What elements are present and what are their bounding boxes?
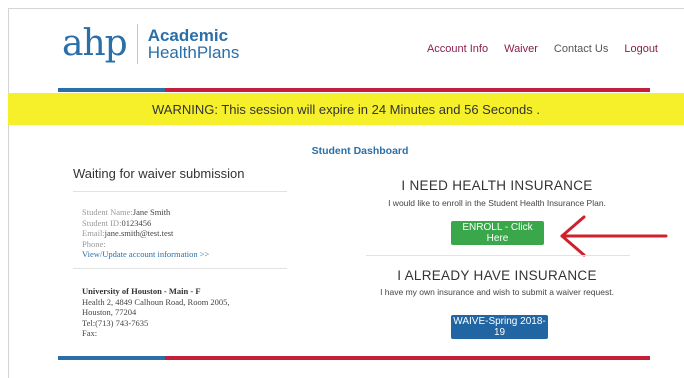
waive-button[interactable]: WAIVE-Spring 2018-19: [451, 315, 548, 339]
school-address-1: Health 2, 4849 Calhoun Road, Room 2005,: [82, 296, 230, 307]
divider: [73, 268, 287, 269]
red-arrow-icon: [560, 215, 668, 257]
student-name-row: Student Name:Jane Smith: [82, 207, 209, 218]
nav-account-info[interactable]: Account Info: [427, 43, 488, 55]
logo-mark: ahp: [62, 23, 128, 64]
nav-logout[interactable]: Logout: [624, 43, 658, 55]
footer-accent-bar: [58, 356, 650, 360]
student-email: jane.smith@test.test: [104, 228, 174, 238]
school-fax: Fax:: [82, 328, 98, 338]
accent-red: [165, 356, 650, 360]
student-email-label: Email:: [82, 228, 105, 238]
ahp-logo[interactable]: ahp Academic HealthPlans: [62, 24, 239, 64]
student-phone-row: Phone:: [82, 239, 209, 250]
student-id-row: Student ID:0123456: [82, 218, 209, 229]
have-insurance-text: I have my own insurance and wish to subm…: [380, 287, 614, 297]
need-insurance-heading: I NEED HEALTH INSURANCE: [401, 178, 593, 193]
update-account-link[interactable]: View/Update account information >>: [82, 249, 209, 260]
logo-line-2: HealthPlans: [147, 43, 240, 62]
student-name: Jane Smith: [132, 207, 171, 217]
nav-contact-us[interactable]: Contact Us: [554, 43, 608, 55]
accent-red: [165, 88, 650, 92]
enroll-button[interactable]: ENROLL - Click Here: [451, 221, 544, 245]
top-nav: Account Info Waiver Contact Us Logout: [427, 43, 658, 55]
student-email-row: Email:jane.smith@test.test: [82, 228, 209, 239]
dashboard-title: Student Dashboard: [311, 145, 409, 157]
logo-divider: [136, 24, 138, 64]
have-insurance-heading: I ALREADY HAVE INSURANCE: [397, 268, 597, 283]
divider: [366, 255, 630, 256]
school-address-2: Houston, 77204: [82, 307, 137, 317]
divider: [73, 191, 287, 192]
student-phone-label: Phone:: [82, 238, 106, 249]
school-tel: Tel:(713) 743-7635: [82, 317, 149, 328]
student-info: Student Name:Jane Smith Student ID:01234…: [82, 207, 209, 260]
accent-blue: [58, 88, 165, 92]
header-accent-bar: [58, 88, 650, 92]
status-title: Waiting for waiver submission: [73, 166, 245, 181]
logo-line-1: Academic: [147, 26, 229, 45]
student-id-label: Student ID:: [82, 217, 122, 228]
logo-text: Academic HealthPlans: [148, 27, 240, 61]
school-name: University of Houston - Main - F: [82, 286, 201, 296]
school-info: University of Houston - Main - F Health …: [82, 286, 230, 339]
accent-blue: [58, 356, 165, 360]
session-warning-banner: WARNING: This session will expire in 24 …: [8, 93, 684, 125]
need-insurance-text: I would like to enroll in the Student He…: [388, 198, 606, 208]
nav-waiver[interactable]: Waiver: [504, 43, 538, 55]
student-id: 0123456: [121, 217, 152, 228]
student-name-label: Student Name:: [82, 207, 133, 217]
